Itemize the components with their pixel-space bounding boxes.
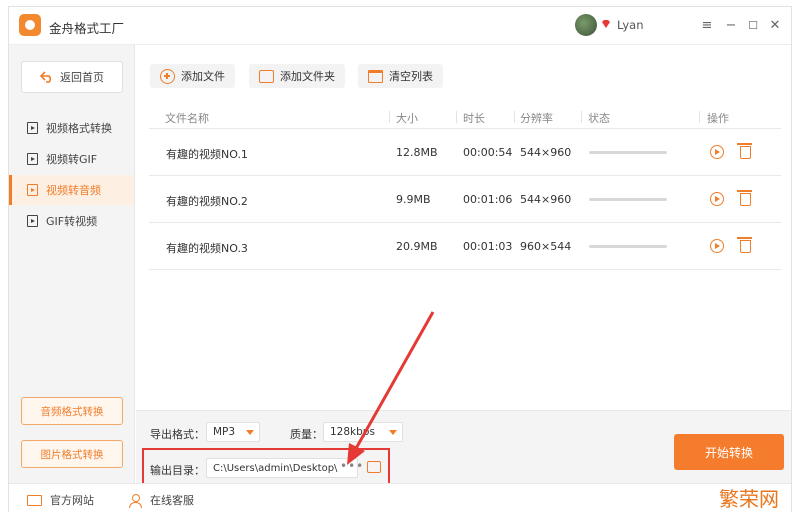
app-window: 金舟格式工厂 Lyan ≡ − ☐ ✕ 返回首页 视频格式转换 视频转GIF 视… [8,6,792,512]
annotation-arrow [347,311,435,465]
